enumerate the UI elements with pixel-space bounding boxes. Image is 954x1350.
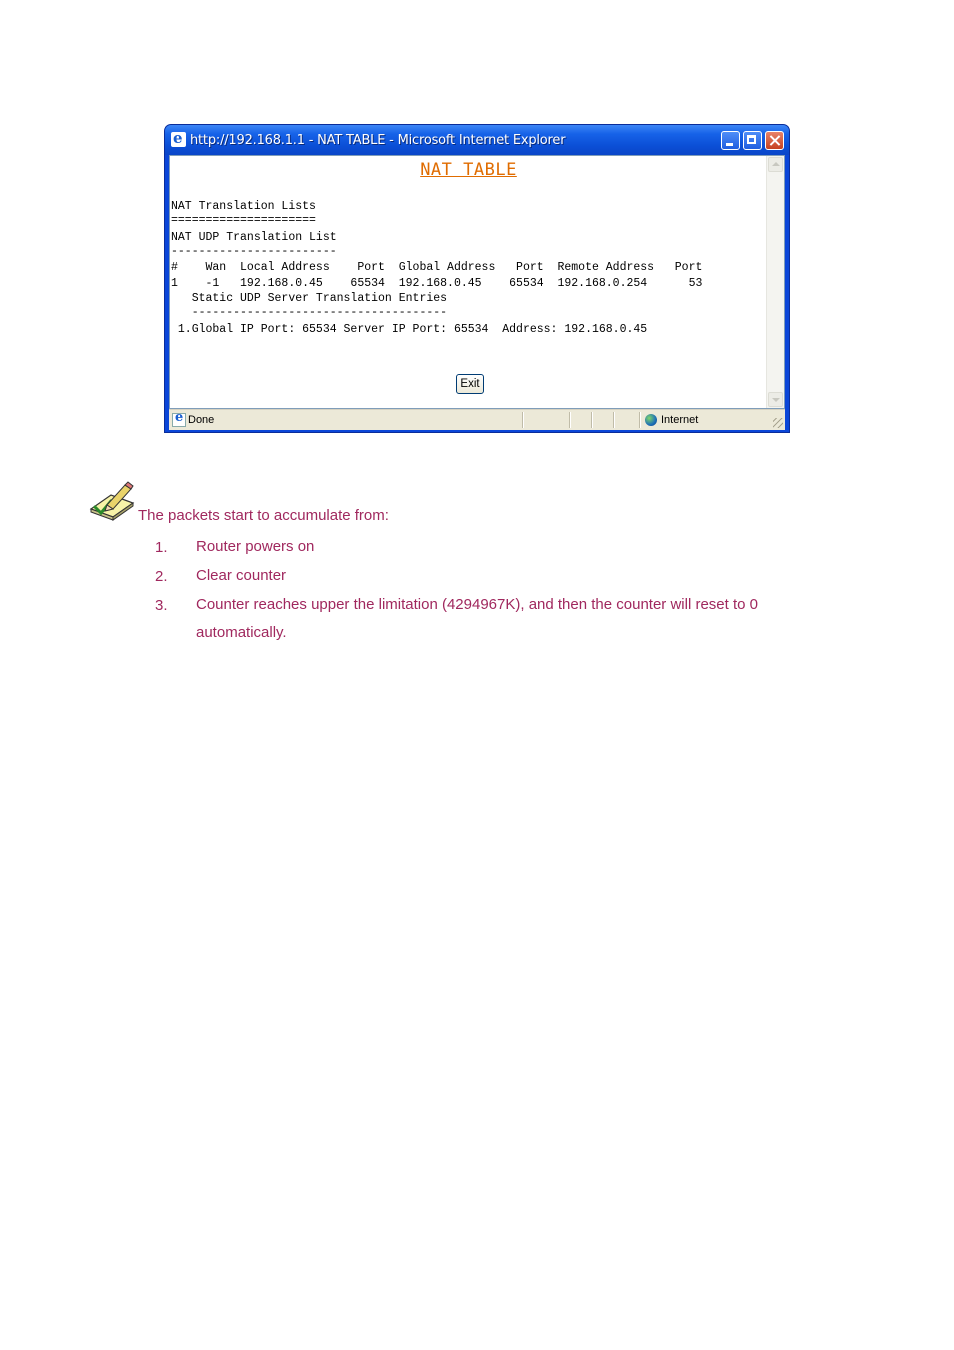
list-item-continuation: automatically. — [196, 624, 287, 641]
table-row: 1 -1 192.168.0.45 65534 192.168.0.45 655… — [171, 277, 703, 290]
status-bar: Done Internet — [169, 409, 785, 430]
status-divider — [639, 412, 640, 428]
vertical-scrollbar[interactable] — [766, 156, 784, 408]
list-item-number: 2. — [155, 568, 168, 585]
page-status-icon — [172, 410, 186, 427]
list-item-number: 1. — [155, 539, 168, 556]
scroll-down-icon[interactable] — [768, 392, 783, 407]
internet-zone-icon — [645, 414, 657, 426]
page-content: NAT TABLE NAT Translation Lists ========… — [169, 155, 785, 409]
resize-grip-icon[interactable] — [773, 418, 783, 428]
list-item-number: 3. — [155, 597, 168, 614]
ie-page-icon — [171, 129, 186, 147]
exit-button[interactable]: Exit — [456, 374, 484, 394]
text-line: ===================== — [171, 214, 316, 227]
zone-label: Internet — [661, 414, 699, 426]
status-divider — [591, 412, 592, 428]
close-button[interactable] — [765, 131, 784, 150]
text-line: ------------------------------------- — [171, 306, 448, 319]
title-bar[interactable]: http://192.168.1.1 - NAT TABLE - Microso… — [165, 125, 789, 155]
list-item: Clear counter — [196, 567, 287, 584]
status-divider — [522, 412, 523, 428]
table-header: # Wan Local Address Port Global Address … — [171, 261, 703, 274]
note-pencil-icon — [89, 481, 135, 521]
status-divider — [613, 412, 614, 428]
note-intro: The packets start to accumulate from: — [138, 507, 389, 524]
status-divider — [569, 412, 570, 428]
minimize-button[interactable] — [721, 131, 740, 150]
window-title: http://192.168.1.1 - NAT TABLE - Microso… — [190, 133, 566, 148]
list-item: Router powers on — [196, 538, 315, 555]
browser-window: http://192.168.1.1 - NAT TABLE - Microso… — [164, 124, 790, 433]
text-line: ------------------------ — [171, 245, 337, 258]
scroll-up-icon[interactable] — [768, 157, 783, 172]
list-item: Counter reaches upper the limitation (42… — [196, 596, 759, 613]
page-heading: NAT TABLE — [420, 160, 517, 180]
status-text: Done — [188, 414, 215, 426]
maximize-button[interactable] — [743, 131, 762, 150]
list-item: 1.Global IP Port: 65534 Server IP Port: … — [171, 323, 648, 336]
